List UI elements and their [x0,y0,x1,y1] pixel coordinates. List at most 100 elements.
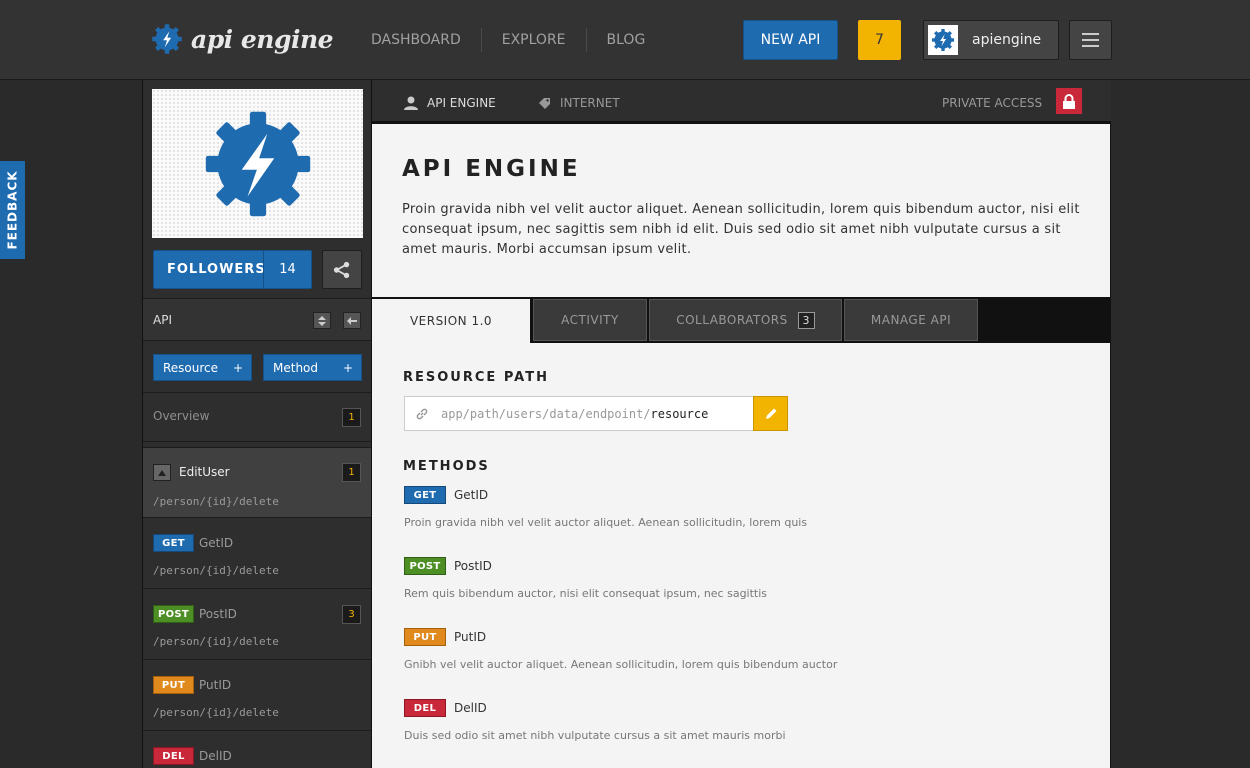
methods-heading: METHODS [403,459,490,474]
plus-icon: + [232,360,243,375]
gear-bolt-icon [205,111,310,216]
method-row-del[interactable]: DEL DelID [404,699,487,717]
resource-count-badge: 1 [342,463,361,482]
tag-icon [539,97,550,109]
main-panel: API ENGINE INTERNET PRIVATE ACCESS API E… [372,80,1111,768]
method-row-put[interactable]: PUT PutID [404,628,486,646]
main-nav: DASHBOARD EXPLORE BLOG [351,28,665,52]
sidebar-item-edituser[interactable]: EditUser 1 /person/{id}/delete [143,447,371,518]
followers-count: 14 [263,251,311,288]
collapse-resource-button[interactable] [153,464,171,481]
resource-path: /person/{id}/delete [153,495,279,508]
method-name: PutID [199,678,232,692]
collapse-up-icon [158,469,166,476]
method-name: DelID [199,749,232,763]
method-description: Proin gravida nibh vel velit auctor aliq… [404,516,808,529]
sidebar-item-overview[interactable]: Overview 1 [143,392,371,442]
api-meta-bar: API ENGINE INTERNET PRIVATE ACCESS [372,80,1111,124]
pencil-icon [765,408,776,419]
gear-bolt-logo-icon [152,24,182,54]
method-row-get[interactable]: GET GetID [404,486,488,504]
followers-button[interactable]: FOLLOWERS 14 [153,250,312,289]
api-section-title: API [153,313,172,327]
edit-path-button[interactable] [753,396,788,431]
nav-blog[interactable]: BLOG [585,28,666,52]
user-menu-button[interactable]: apiengine [923,20,1059,60]
method-name: DelID [454,701,487,715]
add-resource-label: Resource [163,360,219,375]
resource-path-field[interactable]: app/path/users/data/endpoint/resource [404,396,754,431]
method-path: /person/{id}/delete [153,564,279,577]
api-logo-image [152,89,363,238]
lock-icon [1063,93,1075,109]
tabs-bar: VERSION 1.0 ACTIVITY COLLABORATORS 3 MAN… [372,297,1111,343]
put-badge: PUT [153,676,194,694]
hamburger-menu-button[interactable] [1069,20,1112,60]
method-row-post[interactable]: POST PostID [404,557,492,575]
method-count-badge: 3 [342,605,361,624]
link-icon [416,408,428,419]
get-badge: GET [404,486,446,504]
get-badge: GET [153,534,194,552]
tab-activity[interactable]: ACTIVITY [533,299,647,341]
put-badge: PUT [404,628,446,646]
add-resource-button[interactable]: Resource + [153,354,252,381]
method-path: /person/{id}/delete [153,706,279,719]
gear-bolt-avatar-icon [931,28,955,52]
sidebar-method-get[interactable]: GET GetID /person/{id}/delete [143,518,371,589]
page-title: API ENGINE [402,156,581,182]
overview-label: Overview [153,409,210,423]
method-name: PostID [199,607,237,621]
access-label: PRIVATE ACCESS [942,96,1043,110]
collapse-left-icon [347,316,357,325]
access-lock-button[interactable] [1056,88,1082,114]
resource-path-value: resource [650,406,709,421]
nav-dashboard[interactable]: DASHBOARD [351,28,481,52]
del-badge: DEL [404,699,446,717]
logo-text: api engine [191,24,334,54]
overview-count-badge: 1 [342,408,361,427]
tab-version[interactable]: VERSION 1.0 [372,299,530,343]
api-description: Proin gravida nibh vel velit auctor aliq… [402,202,1080,257]
tab-manage-api[interactable]: MANAGE API [844,299,978,341]
sort-button[interactable] [313,312,331,329]
category-label: INTERNET [560,96,620,110]
username: apiengine [972,32,1042,48]
owner-label: API ENGINE [427,96,496,110]
method-description: Rem quis bibendum auctor, nisi elit cons… [404,587,768,600]
del-badge: DEL [153,747,194,765]
owner-link[interactable]: API ENGINE [404,96,496,110]
plus-icon: + [342,360,353,375]
followers-label: FOLLOWERS [167,262,266,277]
category-link[interactable]: INTERNET [538,96,620,110]
feedback-tab[interactable]: FEEDBACK [0,161,25,259]
avatar [928,25,958,55]
method-name: GetID [454,488,489,502]
hamburger-icon [1082,33,1099,35]
tab-collaborators[interactable]: COLLABORATORS 3 [649,299,842,341]
feedback-label: FEEDBACK [5,170,20,250]
tab-label: VERSION 1.0 [409,314,493,328]
resource-path-heading: RESOURCE PATH [403,370,549,385]
collapse-sidebar-button[interactable] [343,312,361,329]
collaborators-count: 3 [797,311,815,329]
method-description: Duis sed odio sit amet nibh vulputate cu… [404,729,786,742]
api-section-header: API [143,298,371,341]
top-header: api engine DASHBOARD EXPLORE BLOG NEW AP… [0,0,1250,80]
user-icon [404,96,418,110]
sidebar-method-put[interactable]: PUT PutID /person/{id}/delete [143,660,371,731]
add-method-label: Method [273,360,319,375]
access-status: PRIVATE ACCESS [942,96,1042,110]
nav-explore[interactable]: EXPLORE [480,28,586,52]
logo[interactable]: api engine [151,23,334,55]
new-api-button[interactable]: NEW API [743,20,838,60]
share-button[interactable] [322,250,362,289]
tab-label: COLLABORATORS [676,313,788,327]
notifications-button[interactable]: 7 [858,20,901,60]
method-name: PostID [454,559,492,573]
sidebar-method-del[interactable]: DEL DelID [143,731,371,768]
add-method-button[interactable]: Method + [263,354,362,381]
sidebar-method-post[interactable]: POST PostID 3 /person/{id}/delete [143,589,371,660]
method-description: Gnibh vel velit auctor aliquet. Aenean s… [404,658,838,671]
tab-label: ACTIVITY [561,313,619,327]
